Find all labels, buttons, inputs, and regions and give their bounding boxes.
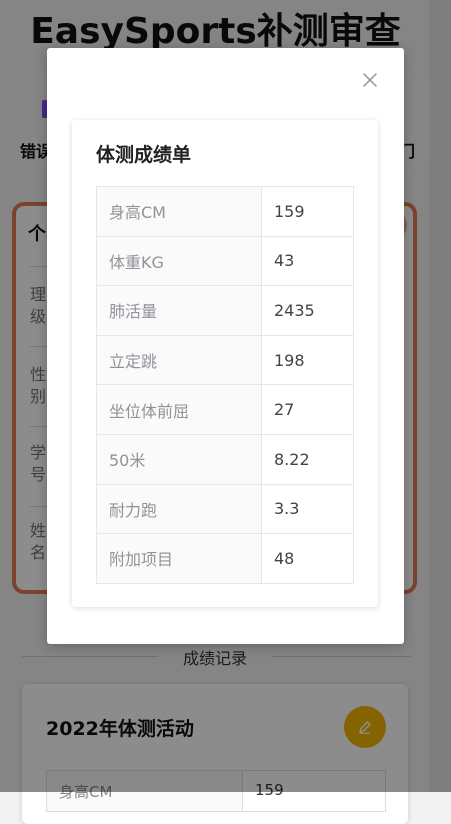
table-row: 附加项目 48 xyxy=(96,533,354,584)
row-value: 159 xyxy=(261,186,354,237)
row-value: 8.22 xyxy=(261,433,354,485)
close-button[interactable] xyxy=(358,68,382,92)
row-value: 48 xyxy=(261,533,354,584)
table-row: 身高CM 159 xyxy=(96,186,354,237)
table-row: 体重KG 43 xyxy=(96,235,354,287)
row-value: 2435 xyxy=(261,285,354,336)
row-label: 附加项目 xyxy=(96,533,262,584)
table-row: 肺活量 2435 xyxy=(96,285,354,336)
row-value: 198 xyxy=(261,334,354,386)
row-label: 体重KG xyxy=(96,235,262,287)
row-value: 27 xyxy=(261,384,354,435)
score-dialog: 体测成绩单 身高CM 159 体重KG 43 肺活量 2435 立定跳 198 … xyxy=(47,48,404,644)
table-row: 立定跳 198 xyxy=(96,334,354,386)
row-label: 坐位体前屈 xyxy=(96,384,262,435)
table-row: 坐位体前屈 27 xyxy=(96,384,354,435)
row-label: 肺活量 xyxy=(96,285,262,336)
row-value: 3.3 xyxy=(261,483,354,535)
row-label: 身高CM xyxy=(96,186,262,237)
table-row: 耐力跑 3.3 xyxy=(96,483,354,535)
row-label: 耐力跑 xyxy=(96,483,262,535)
row-label: 50米 xyxy=(96,433,262,485)
score-card-title: 体测成绩单 xyxy=(96,144,192,166)
table-row: 50米 8.22 xyxy=(96,433,354,485)
row-label: 立定跳 xyxy=(96,334,262,386)
row-value: 43 xyxy=(261,235,354,287)
score-card: 体测成绩单 身高CM 159 体重KG 43 肺活量 2435 立定跳 198 … xyxy=(72,120,378,607)
close-icon xyxy=(363,73,377,87)
score-table: 身高CM 159 体重KG 43 肺活量 2435 立定跳 198 坐位体前屈 … xyxy=(96,186,354,584)
